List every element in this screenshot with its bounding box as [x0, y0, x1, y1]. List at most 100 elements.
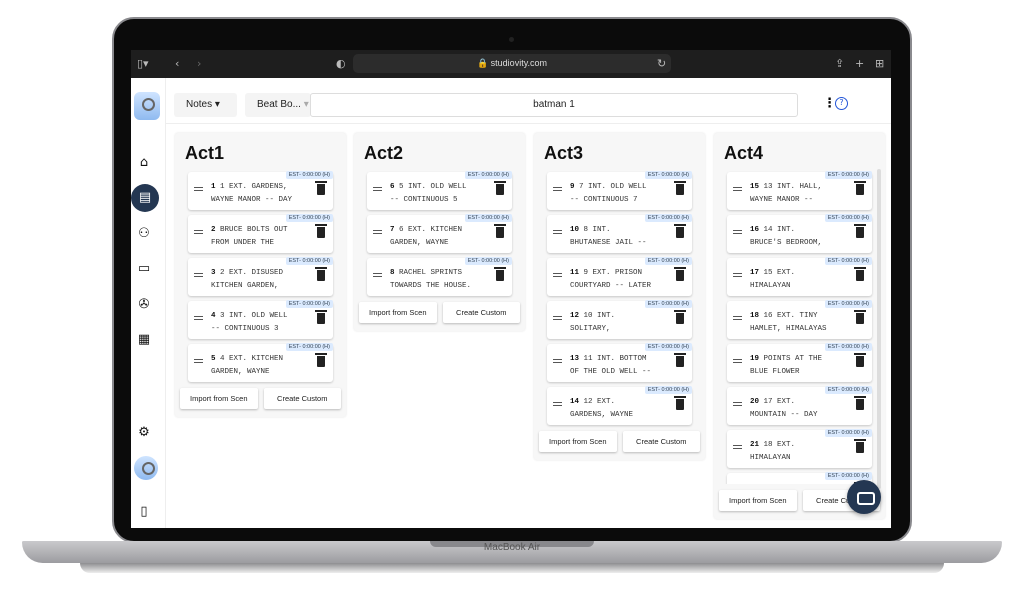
scene-card[interactable]: EST- 0:00:00 (H) 15 13 INT. HALL, WAYNE M… [727, 171, 872, 210]
drag-handle-icon[interactable] [733, 445, 742, 449]
trash-icon[interactable] [674, 267, 686, 281]
scene-card[interactable]: EST- 0:00:00 (H) 10 8 INT. BHUTANESE JAIL… [547, 214, 692, 253]
scene-card[interactable]: EST- 0:00:00 (H) 2 BRUCE BOLTS OUT FROM U… [188, 214, 333, 253]
scene-text: 8 RACHEL SPRINTS TOWARDS THE HOUSE. [390, 267, 490, 293]
drag-handle-icon[interactable] [733, 359, 742, 363]
aperture-icon[interactable]: ✇ [133, 294, 155, 316]
url-bar[interactable]: 🔒 studiovity.com [353, 54, 671, 73]
drag-handle-icon[interactable] [194, 359, 203, 363]
trash-icon[interactable] [494, 267, 506, 281]
scene-card[interactable]: EST- 0:00:00 (H) 12 10 INT. SOLITARY, [547, 300, 692, 339]
trash-icon[interactable] [674, 181, 686, 195]
notes-dropdown[interactable]: Notes ▾ [174, 93, 237, 117]
trash-icon[interactable] [674, 310, 686, 324]
scene-card[interactable]: EST- 0:00:00 (H) 6 5 INT. OLD WELL -- CON… [367, 171, 512, 210]
trash-icon[interactable] [674, 224, 686, 238]
sidebar-toggle-icon[interactable]: ▯▾ [137, 57, 149, 70]
scene-card[interactable]: EST- 0:00:00 (H) 17 15 EXT. HIMALAYAN [727, 257, 872, 296]
tabs-overview-icon[interactable]: ⊞ [875, 57, 884, 70]
back-icon[interactable]: ‹ [175, 57, 179, 70]
drag-handle-icon[interactable] [733, 273, 742, 277]
scene-card[interactable]: EST- 0:00:00 (H) 7 6 EXT. KITCHEN GARDEN,… [367, 214, 512, 253]
scene-card[interactable]: EST- 0:00:00 (H) 4 3 INT. OLD WELL -- CON… [188, 300, 333, 339]
chat-button[interactable] [847, 480, 881, 514]
scene-card[interactable]: EST- 0:00:00 (H) 11 9 EXT. PRISON COURTYA… [547, 257, 692, 296]
create-custom-button[interactable]: Create Custom [442, 302, 520, 323]
drag-handle-icon[interactable] [553, 230, 562, 234]
app-logo[interactable] [134, 92, 160, 120]
scene-text: 16 14 INT. BRUCE'S BEDROOM, [750, 224, 850, 250]
trash-icon[interactable] [315, 353, 327, 367]
drag-handle-icon[interactable] [733, 230, 742, 234]
drag-handle-icon[interactable] [194, 273, 203, 277]
create-custom-button[interactable]: Create Custom [622, 431, 700, 452]
project-title-input[interactable]: batman 1 [310, 93, 798, 117]
drag-handle-icon[interactable] [194, 187, 203, 191]
reload-icon[interactable]: ↻ [657, 57, 666, 70]
drag-handle-icon[interactable] [373, 187, 382, 191]
drag-handle-icon[interactable] [733, 187, 742, 191]
beat-board-dropdown[interactable]: Beat Bo... ▾ [245, 93, 311, 117]
scene-card[interactable]: EST- 0:00:00 (H) 14 12 EXT. GARDENS, WAYN… [547, 386, 692, 425]
avatar[interactable] [134, 456, 158, 480]
trash-icon[interactable] [315, 181, 327, 195]
trash-icon[interactable] [674, 353, 686, 367]
trash-icon[interactable] [854, 310, 866, 324]
scene-card[interactable]: EST- 0:00:00 (H) 1 1 EXT. GARDENS, WAYNE … [188, 171, 333, 210]
create-custom-button[interactable]: Create Custom [263, 388, 341, 409]
new-tab-icon[interactable]: + [855, 57, 864, 70]
import-from-script-button[interactable]: Import from Scen [359, 302, 437, 323]
scene-card[interactable]: EST- 0:00:00 (H) 20 17 EXT. MOUNTAIN -- D… [727, 386, 872, 425]
people-icon[interactable]: ⚇ [133, 223, 155, 245]
scene-card[interactable]: EST- 0:00:00 (H) 16 14 INT. BRUCE'S BEDRO… [727, 214, 872, 253]
trash-icon[interactable] [674, 396, 686, 410]
help-icon[interactable]: ? [835, 97, 848, 110]
drag-handle-icon[interactable] [553, 273, 562, 277]
notes-icon[interactable]: ▤ [134, 187, 156, 209]
import-from-script-button[interactable]: Import from Scen [539, 431, 617, 452]
trash-icon[interactable] [854, 353, 866, 367]
trash-icon[interactable] [854, 396, 866, 410]
trash-icon[interactable] [854, 224, 866, 238]
trash-icon[interactable] [854, 267, 866, 281]
scene-list[interactable]: EST- 0:00:00 (H) 15 13 INT. HALL, WAYNE M… [714, 167, 885, 484]
shield-icon[interactable]: ◐ [336, 57, 346, 70]
trash-icon[interactable] [494, 224, 506, 238]
drag-handle-icon[interactable] [733, 402, 742, 406]
import-from-script-button[interactable]: Import from Scen [719, 490, 797, 511]
scene-card[interactable]: EST- 0:00:00 (H) 8 RACHEL SPRINTS TOWARDS… [367, 257, 512, 296]
calendar-icon[interactable]: ▭ [133, 258, 155, 280]
drag-handle-icon[interactable] [373, 273, 382, 277]
trash-icon[interactable] [315, 310, 327, 324]
scene-card[interactable]: EST- 0:00:00 (H) 19 POINTS AT THE BLUE FL… [727, 343, 872, 382]
trash-icon[interactable] [854, 181, 866, 195]
settings-icon[interactable]: ⚙ [133, 422, 155, 444]
drag-handle-icon[interactable] [553, 402, 562, 406]
drag-handle-icon[interactable] [553, 187, 562, 191]
drag-handle-icon[interactable] [373, 230, 382, 234]
mobile-icon[interactable]: ▯ [133, 501, 155, 523]
scene-card[interactable]: EST- 0:00:00 (H) 3 2 EXT. DISUSED KITCHEN… [188, 257, 333, 296]
home-icon[interactable]: ⌂ [133, 152, 155, 174]
trash-icon[interactable] [315, 267, 327, 281]
import-from-script-button[interactable]: Import from Scen [180, 388, 258, 409]
scene-card[interactable]: EST- 0:00:00 (H) 5 4 EXT. KITCHEN GARDEN,… [188, 343, 333, 382]
trash-icon[interactable] [854, 439, 866, 453]
drag-handle-icon[interactable] [733, 316, 742, 320]
trash-icon[interactable] [494, 181, 506, 195]
drag-handle-icon[interactable] [194, 230, 203, 234]
drag-handle-icon[interactable] [194, 316, 203, 320]
scene-card[interactable]: EST- 0:00:00 (H) 18 16 EXT. TINY HAMLET, … [727, 300, 872, 339]
scrollbar[interactable] [877, 169, 881, 489]
share-icon[interactable]: ⇪ [835, 57, 844, 70]
scene-card[interactable]: EST- 0:00:00 (H) 22 19 INT. GREAT [727, 472, 872, 484]
drag-handle-icon[interactable] [553, 359, 562, 363]
trash-icon[interactable] [315, 224, 327, 238]
scene-card[interactable]: EST- 0:00:00 (H) 13 11 INT. BOTTOM OF THE… [547, 343, 692, 382]
scene-card[interactable]: EST- 0:00:00 (H) 9 7 INT. OLD WELL -- CON… [547, 171, 692, 210]
scene-card[interactable]: EST- 0:00:00 (H) 21 18 EXT. HIMALAYAN [727, 429, 872, 468]
scene-number: 10 [570, 226, 580, 234]
schedule-icon[interactable]: ▦ [133, 329, 155, 351]
forward-icon[interactable]: › [197, 57, 201, 70]
drag-handle-icon[interactable] [553, 316, 562, 320]
